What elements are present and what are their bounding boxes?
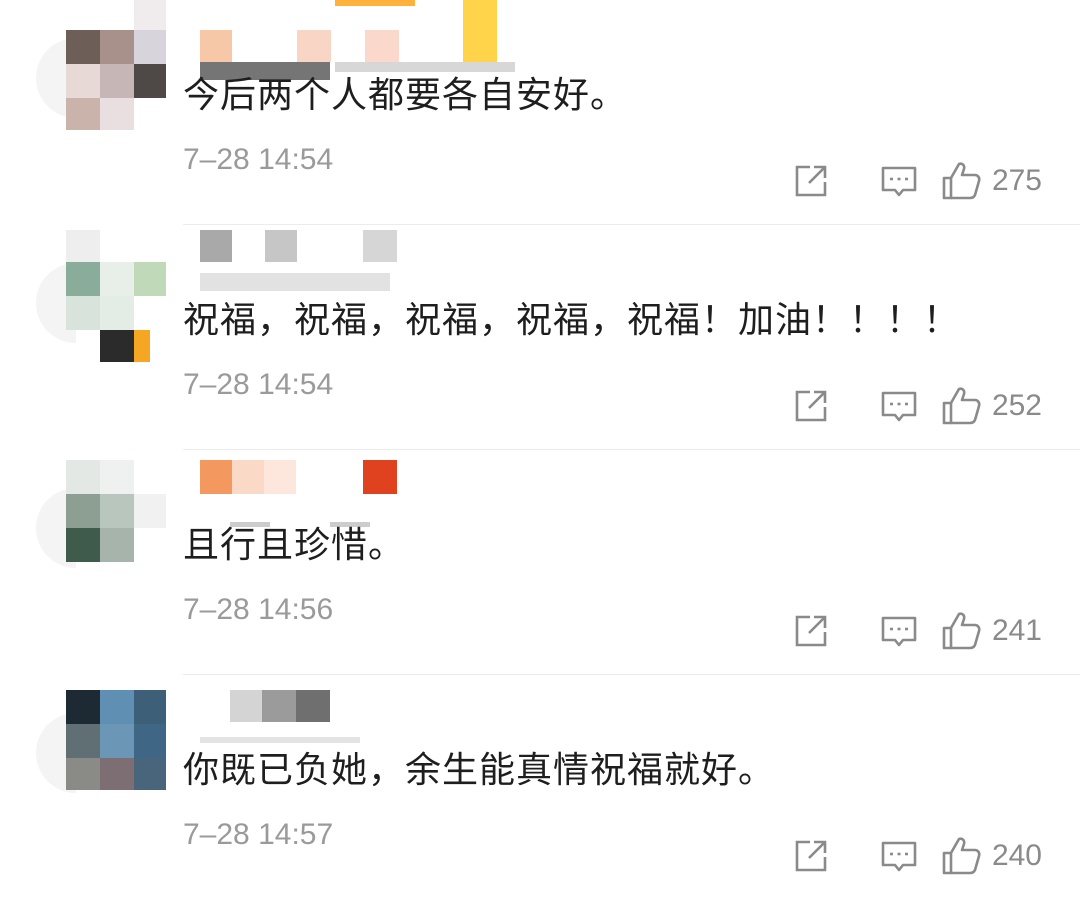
username-blurred[interactable]	[185, 675, 535, 755]
reply-button[interactable]	[878, 610, 920, 652]
comment-icon	[881, 166, 917, 197]
comment-icon	[881, 616, 917, 647]
comment-text: 今后两个人都要各自安好。	[183, 75, 628, 116]
share-button[interactable]	[790, 835, 832, 877]
share-button[interactable]	[790, 610, 832, 652]
thumbs-up-icon	[942, 162, 981, 200]
like-count: 241	[991, 614, 1042, 647]
comment-text: 祝福，祝福，祝福，祝福，祝福！加油！！！！	[183, 300, 961, 341]
share-button[interactable]	[790, 160, 832, 202]
thumbs-up-icon	[942, 837, 981, 875]
like-count: 252	[991, 389, 1042, 422]
comment-item: 且行且珍惜。 7–28 14:56 241	[0, 450, 1080, 675]
timestamp: 7–28 14:57	[183, 818, 334, 851]
like-button[interactable]: 275	[940, 160, 1042, 202]
comment-item: 今后两个人都要各自安好。 7–28 14:54 275	[0, 0, 1080, 225]
like-count: 275	[991, 164, 1042, 197]
timestamp: 7–28 14:54	[183, 143, 334, 176]
comment-item: 祝福，祝福，祝福，祝福，祝福！加油！！！！ 7–28 14:54 252	[0, 225, 1080, 450]
comment-text: 你既已负她，余生能真情祝福就好。	[183, 750, 776, 791]
reply-button[interactable]	[878, 835, 920, 877]
comment-text: 且行且珍惜。	[183, 525, 406, 566]
share-icon	[795, 390, 827, 422]
like-button[interactable]: 241	[940, 610, 1042, 652]
timestamp: 7–28 14:54	[183, 368, 334, 401]
username-blurred[interactable]	[185, 450, 535, 530]
timestamp: 7–28 14:56	[183, 593, 334, 626]
share-icon	[795, 840, 827, 872]
thumbs-up-icon	[942, 387, 981, 425]
like-count: 240	[991, 839, 1042, 872]
comment-item: 你既已负她，余生能真情祝福就好。 7–28 14:57 240	[0, 675, 1080, 900]
comment-icon	[881, 841, 917, 872]
username-blurred[interactable]	[185, 0, 535, 80]
reply-button[interactable]	[878, 385, 920, 427]
username-blurred[interactable]	[185, 225, 535, 305]
thumbs-up-icon	[942, 612, 981, 650]
like-button[interactable]: 252	[940, 385, 1042, 427]
reply-button[interactable]	[878, 160, 920, 202]
like-button[interactable]: 240	[940, 835, 1042, 877]
comment-icon	[881, 391, 917, 422]
share-icon	[795, 615, 827, 647]
share-icon	[795, 165, 827, 197]
share-button[interactable]	[790, 385, 832, 427]
